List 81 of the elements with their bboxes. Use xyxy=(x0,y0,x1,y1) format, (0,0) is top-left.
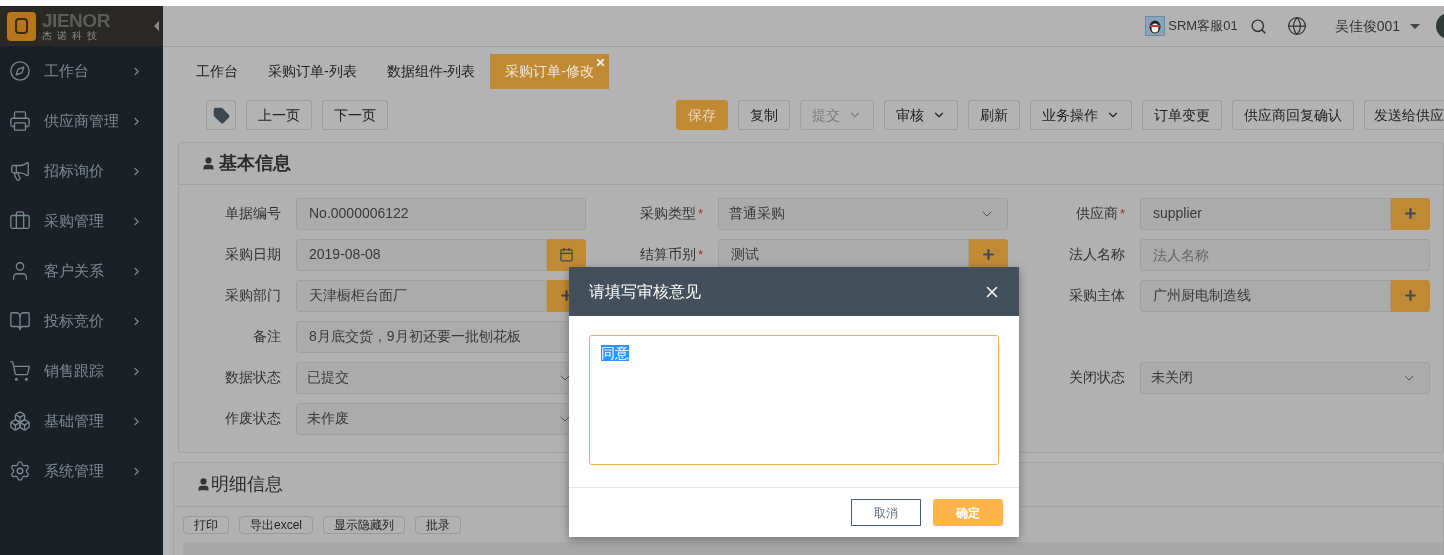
section-title: 基本信息 xyxy=(219,152,291,175)
boxes-icon xyxy=(9,410,31,432)
date-field[interactable]: 2019-08-08 xyxy=(296,238,547,271)
add-button[interactable] xyxy=(1391,279,1430,312)
plus-icon xyxy=(1403,206,1418,221)
tag-icon xyxy=(212,106,230,124)
compass-icon xyxy=(9,60,31,82)
sidebar-item[interactable]: 工作台 xyxy=(0,46,163,96)
plus-icon xyxy=(981,247,996,262)
field-label: 关闭状态 xyxy=(1069,368,1125,387)
field-label: 采购类型 xyxy=(640,204,697,223)
field-label: 作废状态 xyxy=(225,409,281,428)
support-link[interactable]: SRM客服01 xyxy=(1168,16,1238,36)
person-icon xyxy=(201,156,216,171)
lookup-field[interactable]: 广州厨电制造线 xyxy=(1140,279,1391,312)
lookup-field[interactable]: 天津橱柜台面厂 xyxy=(296,279,547,312)
calendar-button[interactable] xyxy=(547,238,586,271)
globe-icon[interactable] xyxy=(1286,16,1307,36)
tab[interactable]: 采购订单-列表 xyxy=(253,54,372,89)
page-button[interactable]: 下一页 xyxy=(322,100,388,130)
field-label: 备注 xyxy=(253,327,281,346)
plus-icon xyxy=(1403,288,1418,303)
search-icon[interactable] xyxy=(1249,17,1267,35)
field-label: 数据状态 xyxy=(225,368,281,387)
field-label: 采购日期 xyxy=(225,245,281,264)
sidebar-item[interactable]: 客户关系 xyxy=(0,246,163,296)
speaker-icon xyxy=(9,160,31,182)
caret-icon xyxy=(1410,23,1420,29)
toolbar-button[interactable]: 刷新 xyxy=(968,100,1020,130)
toolbar-button[interactable]: 供应商回复确认 xyxy=(1232,100,1354,130)
select-field[interactable]: 普通采购 xyxy=(718,197,1008,230)
field-label: 供应商 xyxy=(1076,204,1119,223)
lookup-field[interactable]: supplier xyxy=(1140,197,1391,230)
collapse-icon[interactable] xyxy=(154,21,159,31)
comment-field[interactable]: 同意 xyxy=(589,335,999,465)
field-label: 法人名称 xyxy=(1069,245,1125,264)
dialog-title: 请填写审核意见 xyxy=(589,281,701,302)
penguin-icon xyxy=(1145,16,1166,36)
calendar-icon xyxy=(559,247,574,262)
tag-button[interactable] xyxy=(206,100,236,130)
text-field[interactable]: 法人名称 xyxy=(1140,238,1430,271)
sidebar-item[interactable]: 采购管理 xyxy=(0,196,163,246)
sidebar-item[interactable]: 销售跟踪 xyxy=(0,346,163,396)
toolbar-button[interactable]: 订单变更 xyxy=(1142,100,1222,130)
tab[interactable]: 数据组件-列表 xyxy=(371,54,491,89)
sidebar-item[interactable]: 供应商管理 xyxy=(0,96,163,146)
add-button[interactable] xyxy=(1391,197,1430,230)
toolbar-button[interactable]: 复制 xyxy=(738,100,790,130)
sidebar-item[interactable]: 招标询价 xyxy=(0,146,163,196)
sidebar-item[interactable]: 系统管理 xyxy=(0,446,163,496)
select-field[interactable]: 未关闭 xyxy=(1140,361,1430,394)
cart-icon xyxy=(9,360,31,382)
table-tool-button[interactable]: 导出excel xyxy=(239,516,313,534)
table-tool-button[interactable]: 批录 xyxy=(415,516,461,534)
required-mark: * xyxy=(1120,205,1125,223)
field-label: 单据编号 xyxy=(225,204,281,223)
book-icon xyxy=(9,310,31,332)
text-field[interactable]: No.0000006122 xyxy=(296,197,586,230)
logo-icon xyxy=(7,11,36,41)
table-tool-button[interactable]: 显示隐藏列 xyxy=(323,516,405,534)
briefcase-icon xyxy=(9,210,31,232)
dropdown-button[interactable]: 审核 xyxy=(884,100,958,130)
logo-subtitle: 杰诺科技 xyxy=(42,31,103,41)
required-mark: * xyxy=(698,205,703,223)
user-menu[interactable]: 吴佳俊001 xyxy=(1334,15,1420,37)
section-title: 明细信息 xyxy=(211,473,283,496)
printer-icon xyxy=(9,110,31,132)
field-label: 采购主体 xyxy=(1069,286,1125,305)
page-button[interactable]: 上一页 xyxy=(246,100,312,130)
required-mark: * xyxy=(698,246,703,264)
sidebar-item[interactable]: 投标竞价 xyxy=(0,296,163,346)
toolbar-button[interactable]: 发送给供应 xyxy=(1364,100,1444,130)
person-icon xyxy=(196,477,211,492)
field-label: 采购部门 xyxy=(225,286,281,305)
dropdown-button[interactable]: 业务操作 xyxy=(1030,100,1132,130)
cancel-button[interactable]: 取消 xyxy=(851,499,921,526)
sidebar-item[interactable]: 基础管理 xyxy=(0,396,163,446)
settings-icon xyxy=(9,460,31,482)
tab[interactable]: 工作台 xyxy=(181,54,253,89)
field-label: 结算币别 xyxy=(640,245,697,264)
table-tool-button[interactable]: 打印 xyxy=(183,516,229,534)
